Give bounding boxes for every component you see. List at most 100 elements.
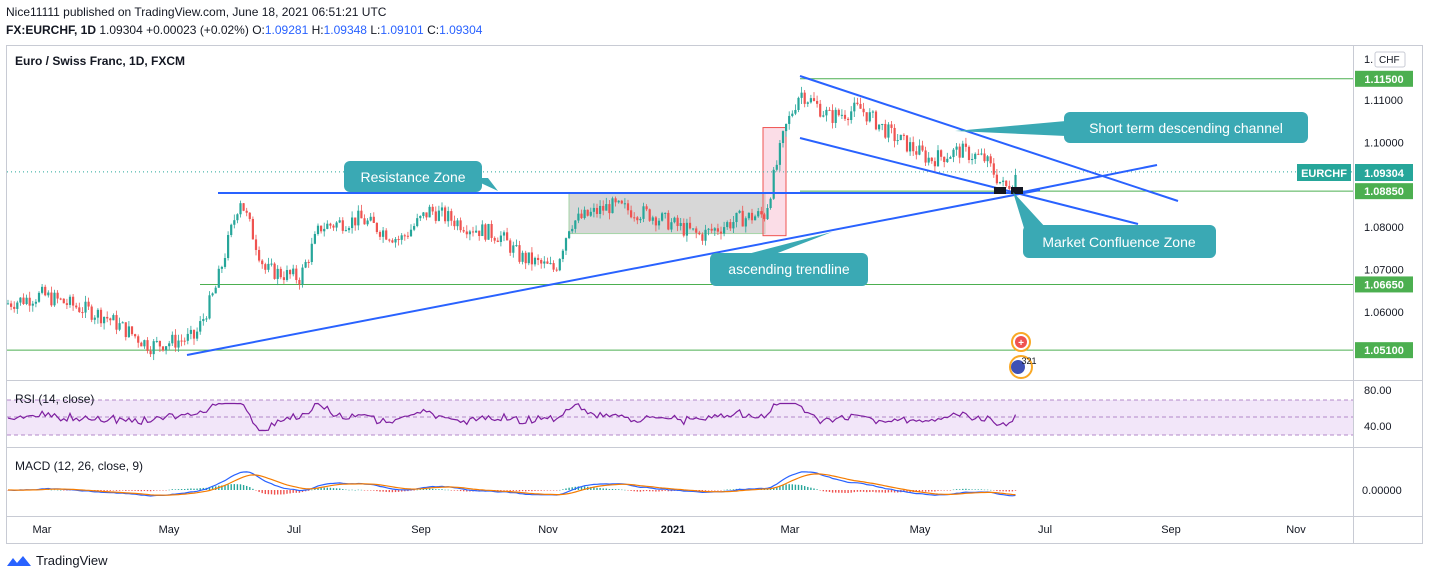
candle-body-40 (130, 326, 134, 335)
candle-body-253 (791, 113, 794, 116)
candle-body-115 (363, 218, 366, 225)
candle-body-317 (989, 156, 992, 164)
callout-channel[interactable]: Short term descending channel (955, 112, 1308, 143)
candle-body-19 (65, 303, 68, 305)
candle-body-42 (137, 336, 140, 343)
candle-body-45 (146, 340, 149, 351)
macd-bar-31 (103, 490, 105, 491)
candle-body-252 (788, 115, 791, 124)
candle-body-122 (385, 230, 388, 240)
macd-bar-163 (512, 490, 514, 491)
candle-body-235 (735, 212, 738, 223)
macd-bar-196 (614, 489, 617, 490)
macd-bar-15 (53, 489, 56, 491)
candle-body-62 (199, 321, 202, 332)
callout-resistance[interactable]: Resistance Zone (344, 161, 498, 192)
candle-body-125 (394, 239, 397, 243)
candle-body-286 (893, 127, 896, 142)
macd-bar-203 (636, 490, 638, 492)
candle-body-75 (239, 203, 242, 215)
candle-body-212 (664, 212, 667, 214)
candle-body-105 (332, 225, 335, 228)
candle-body-52 (168, 343, 171, 347)
candle-body-184 (577, 213, 580, 221)
footer-brand[interactable]: TradingView (6, 553, 108, 568)
level-label-1: 1.08850 (1364, 186, 1404, 198)
event-count: 321 (1021, 356, 1036, 366)
candle-body-150 (471, 231, 475, 233)
candle-body-139 (437, 210, 440, 221)
candle-body-146 (459, 220, 462, 231)
candle-body-192 (602, 205, 605, 211)
candle-body-68 (217, 268, 220, 288)
rsi-tick-40: 40.00 (1364, 421, 1392, 433)
candle-body-225 (704, 229, 707, 241)
callout-confluence[interactable]: Market Confluence Zone (1013, 192, 1216, 258)
macd-bar-263 (822, 490, 824, 492)
candle-body-313 (977, 153, 980, 155)
candle-body-299 (933, 161, 936, 167)
candle-body-191 (599, 205, 602, 214)
x-tick-6: Mar (781, 524, 800, 536)
candle-body-284 (887, 124, 890, 138)
macd-bar-109 (345, 489, 347, 491)
macd-bar-46 (149, 490, 152, 492)
confluence-ray[interactable] (1017, 164, 1158, 194)
candle-body-30 (99, 309, 103, 324)
x-tick-3: Sep (411, 524, 431, 536)
candle-body-222 (695, 228, 698, 233)
candle-body-132 (416, 218, 419, 227)
candle-body-185 (580, 213, 583, 219)
candle-body-102 (323, 228, 326, 232)
macd-bar-251 (785, 484, 787, 490)
candle-body-43 (140, 342, 143, 347)
candle-body-10 (37, 292, 41, 302)
macd-bar-201 (630, 490, 632, 491)
callout-trendline[interactable]: ascending trendline (710, 232, 868, 286)
candle-body-308 (961, 143, 964, 158)
candle-body-156 (490, 223, 493, 238)
tradingview-logo-icon (7, 555, 31, 566)
callout-channel-text: Short term descending channel (1089, 120, 1283, 136)
macd-bar-282 (881, 490, 883, 493)
macd-bar-202 (633, 490, 635, 492)
macd-bar-315 (983, 489, 986, 491)
macd-bar-270 (844, 490, 846, 493)
candle-body-167 (524, 252, 527, 264)
candle-body-189 (592, 207, 595, 212)
candle-body-211 (661, 213, 664, 221)
candle-body-198 (620, 200, 623, 204)
macd-bar-303 (946, 490, 948, 491)
candle-body-1 (10, 303, 13, 307)
macd-bar-176 (552, 490, 555, 491)
candle-body-88 (279, 268, 282, 278)
candle-body-323 (1008, 185, 1011, 189)
macd-bar-198 (621, 489, 623, 491)
candle-body-157 (493, 237, 496, 241)
candle-body-153 (481, 224, 484, 237)
macd-bar-305 (952, 489, 955, 491)
macd-bar-88 (280, 490, 282, 495)
rsi-tick-80: 80.00 (1364, 385, 1392, 397)
x-tick-7: May (910, 524, 931, 536)
candle-body-6 (25, 297, 28, 305)
event-badges[interactable]: + 321 (1009, 332, 1037, 379)
candle-body-307 (958, 146, 961, 158)
candle-body-123 (388, 239, 391, 241)
candle-body-13 (47, 292, 50, 296)
candle-body-121 (382, 230, 385, 237)
macd-bar-191 (599, 487, 601, 490)
candle-body-86 (273, 263, 276, 279)
macd-bar-82 (261, 490, 263, 494)
macd-bar-37 (122, 490, 124, 491)
candle-body-90 (285, 270, 289, 280)
candle-body-260 (812, 98, 816, 101)
candle-body-44 (143, 340, 146, 347)
candle-body-275 (859, 104, 862, 109)
macd-bar-285 (890, 490, 893, 493)
candle-body-74 (236, 214, 239, 221)
chart-canvas[interactable]: Euro / Swiss Franc, 1D, FXCM 1. CHF 1.11… (0, 0, 1430, 581)
macd-bar-147 (463, 490, 465, 492)
rsi-title: RSI (14, close) (15, 392, 94, 406)
macd-bar-308 (962, 488, 964, 490)
